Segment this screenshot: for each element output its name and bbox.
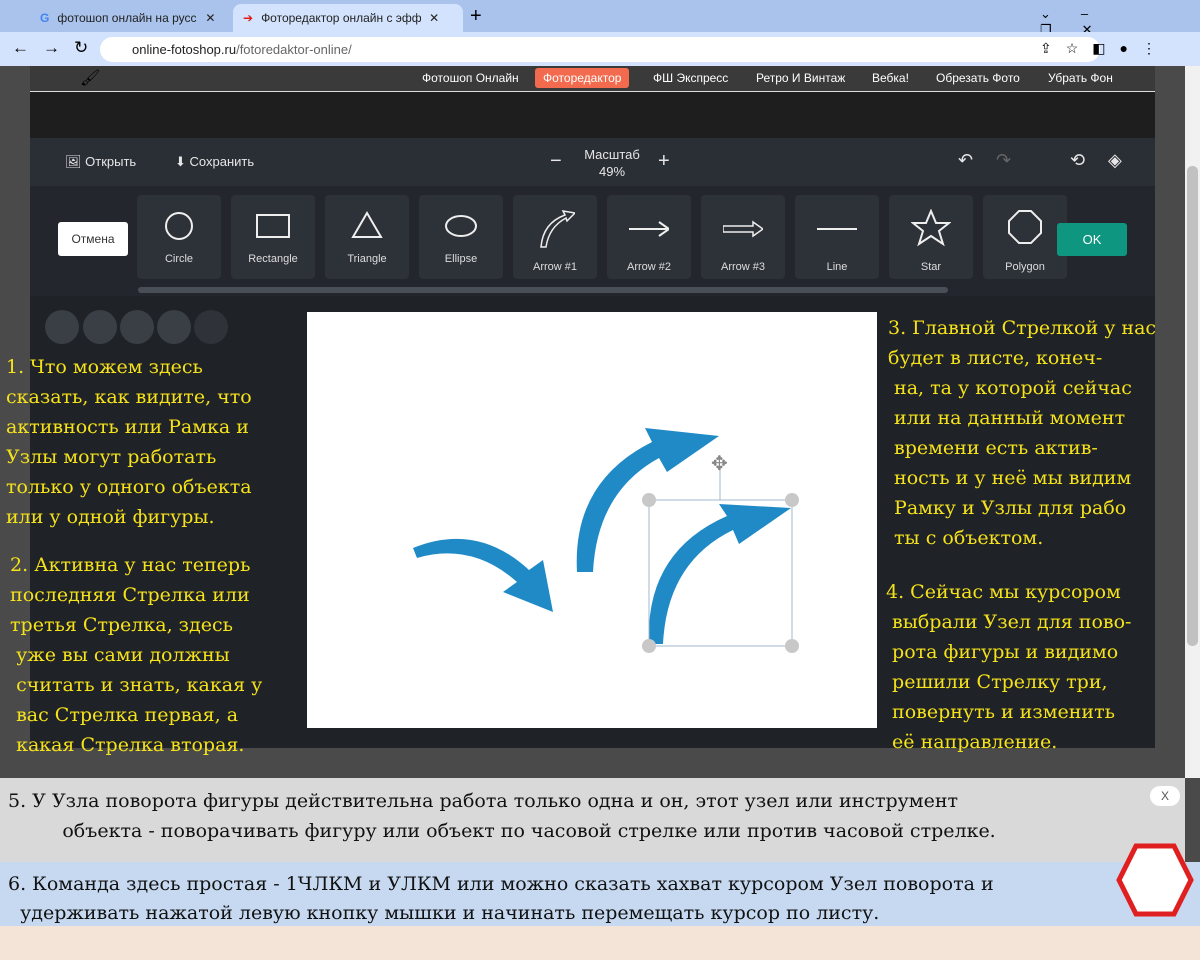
shape-arrow-3[interactable]: Arrow #3 [701,195,785,279]
close-tab-icon[interactable]: ✕ [205,11,215,25]
ellipse-icon [445,215,477,237]
tab-bar: G фотошоп онлайн на русском - Г ✕ ➔ Фото… [0,0,1200,37]
close-button[interactable]: X [1150,786,1180,806]
shape-arrow-1[interactable]: Arrow #1 [513,195,597,279]
arrow-1 [413,538,553,612]
star-icon [911,209,951,247]
ok-button[interactable]: OK [1057,223,1127,256]
layers-icon[interactable]: ◈ [1108,150,1122,171]
annotation-3: 3. Главной Стрелкой у нас будет в листе,… [888,317,1157,549]
nav-webcam[interactable]: Вебка! [864,68,917,88]
shape-ellipse[interactable]: Ellipse [419,195,503,279]
rotate-handle-cursor-icon: ✥ [711,453,728,475]
tab-google[interactable]: G фотошоп онлайн на русском - Г ✕ [30,4,230,32]
zoom-display: Масштаб 49% [584,147,640,179]
arrow-1-icon [540,210,575,248]
shape-rectangle[interactable]: Rectangle [231,195,315,279]
zoom-out-button[interactable]: − [550,150,562,173]
shape-triangle[interactable]: Triangle [325,195,409,279]
save-button[interactable]: ⬇ Сохранить [175,154,254,170]
triangle-icon [351,211,383,238]
trash-icon[interactable] [157,310,191,344]
editor-toolbar: 🖼 Открыть ⬇ Сохранить − Масштаб 49% + ↶ ↷… [30,138,1155,186]
footer-strip [0,926,1200,960]
red-arrow-icon: ➔ [243,11,254,25]
nav-express[interactable]: ФШ Экспресс [645,68,736,88]
annotation-1: 1. Что можем здесь сказать, как видите, … [6,356,252,528]
annotation-2: 2. Активна у нас теперь последняя Стрелк… [10,554,263,756]
polygon-icon [1008,210,1042,244]
zoom-in-button[interactable]: + [658,150,670,173]
nav-buttons[interactable]: ←→↻ [12,38,102,58]
shapes-panel: Отмена Circle Rectangle Triangle Ellipse Arr… [30,186,1155,296]
browser-actions[interactable]: ⇪☆◧●⋮ [1040,40,1170,57]
tab-fotoredaktor[interactable]: ➔ Фоторедактор онлайн с эффект ✕ [233,4,463,32]
nav-photoshop[interactable]: Фотошоп Онлайн [414,68,527,88]
image-icon: 🖼 [65,154,82,169]
line-icon [817,228,857,230]
download-icon: ⬇ [175,154,186,169]
close-tab-icon[interactable]: ✕ [429,11,439,25]
google-icon: G [40,11,50,25]
nav-fotoredaktor[interactable]: Фоторедактор [535,68,630,88]
canvas[interactable]: ✥ [307,312,877,728]
page-scrollbar[interactable] [1185,66,1200,778]
rectangle-icon [256,214,290,238]
settings-icon[interactable] [194,310,228,344]
circle-icon [165,212,193,240]
nav-remove-bg[interactable]: Убрать Фон [1040,68,1121,88]
flip-icon[interactable] [83,310,117,344]
nav-crop[interactable]: Обрезать Фото [928,68,1028,88]
nav-retro[interactable]: Ретро И Винтаж [748,68,853,88]
annotation-4: 4. Сейчас мы курсором выбрали Узел для п… [886,581,1132,753]
shapes-scrollbar[interactable] [138,287,948,293]
arrow-3-selected [648,504,791,644]
annotation-5: 5. У Узла поворота фигуры действительна … [0,778,1185,862]
shape-polygon[interactable]: Polygon [983,195,1067,279]
redo-icon[interactable]: ↷ [996,150,1011,171]
shape-arrow-2[interactable]: Arrow #2 [607,195,691,279]
brush-logo-icon: 🖌 [80,70,101,87]
history-icon[interactable]: ⟲ [1070,150,1085,171]
arrow-2-icon [629,221,669,237]
shape-star[interactable]: Star [889,195,973,279]
spacer [30,92,1155,138]
shape-line[interactable]: Line [795,195,879,279]
arrow-3-icon [723,220,763,238]
annotation-6: 6. Команда здесь простая - 1ЧЛКМ и УЛКМ … [0,862,1200,926]
hexagon-icon [1116,843,1194,917]
canvas-shapes: ✥ [413,428,799,653]
new-tab-button[interactable]: + [470,5,482,28]
url-input[interactable]: online-fotoshop.ru/fotoredaktor-online/ [100,37,1100,62]
open-button[interactable]: 🖼 Открыть [65,154,136,170]
undo-icon[interactable]: ↶ [958,150,973,171]
shape-circle[interactable]: Circle [137,195,221,279]
cancel-button[interactable]: Отмена [58,222,128,256]
duplicate-icon[interactable] [45,310,79,344]
bring-front-icon[interactable] [120,310,154,344]
